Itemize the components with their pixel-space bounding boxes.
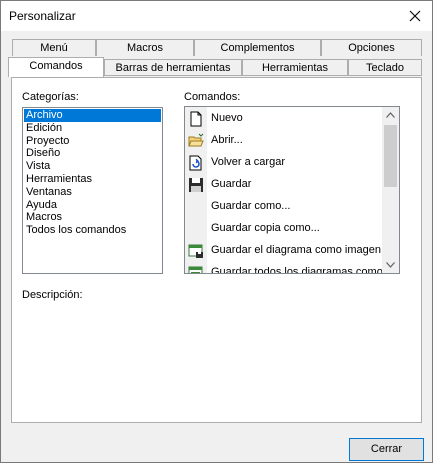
tab-comandos-label: Comandos (29, 60, 83, 72)
reload-icon (189, 155, 202, 171)
category-item[interactable]: Todos los comandos (23, 224, 162, 237)
command-item[interactable]: Guardar (185, 174, 385, 196)
commands-scrollbar[interactable] (382, 107, 399, 273)
tab-macros[interactable]: Macros (96, 39, 194, 56)
tab-teclado-label: Teclado (366, 62, 404, 74)
dialog-title: Personalizar (9, 9, 76, 23)
tab-menu-label: Menú (40, 42, 68, 54)
command-label: Guardar el diagrama como imagen... (211, 244, 391, 256)
command-label: Volver a cargar (211, 156, 285, 168)
categories-label: Categorías: (22, 91, 79, 103)
command-label: Guardar (211, 178, 252, 190)
category-item[interactable]: Macros (23, 211, 162, 224)
tab-herramientas-label: Herramientas (261, 62, 329, 74)
customize-dialog: Personalizar Menú Macros Complementos Op… (0, 0, 433, 463)
command-label: Abrir... (211, 134, 243, 146)
save-diagram-image-icon (188, 244, 203, 258)
command-item[interactable]: Guardar copia como... (185, 218, 385, 240)
category-item[interactable]: Edición (23, 122, 162, 135)
command-item[interactable]: Guardar el diagrama como imagen... (185, 240, 390, 262)
category-item[interactable]: Proyecto (23, 135, 162, 148)
command-label: Nuevo (211, 112, 243, 124)
tab-complementos[interactable]: Complementos (194, 39, 321, 56)
tab-barras-herramientas-label: Barras de herramientas (115, 62, 231, 74)
tab-menu[interactable]: Menú (12, 39, 96, 56)
new-document-icon (190, 111, 202, 127)
save-all-diagrams-icon (188, 266, 203, 273)
open-folder-icon (188, 133, 204, 147)
title-bar: Personalizar (1, 1, 432, 31)
tab-comandos[interactable]: Comandos (8, 57, 104, 77)
tab-macros-label: Macros (126, 42, 164, 54)
category-item[interactable]: Diseño (23, 147, 162, 160)
tab-opciones-label: Opciones (348, 42, 395, 54)
category-item[interactable]: Vista (23, 160, 162, 173)
category-item[interactable]: Herramientas (23, 173, 162, 186)
commands-list[interactable]: Nuevo Abrir... Volver a cargar Guardar G… (184, 106, 400, 274)
tab-herramientas[interactable]: Herramientas (242, 59, 348, 76)
tab-complementos-label: Complementos (220, 42, 295, 54)
save-icon (189, 178, 203, 192)
close-icon (409, 10, 421, 22)
tab-opciones[interactable]: Opciones (321, 39, 422, 56)
commands-label: Comandos: (184, 91, 241, 103)
command-item[interactable]: Volver a cargar (185, 152, 385, 174)
command-item[interactable]: Guardar como... (185, 196, 385, 218)
close-button[interactable]: Cerrar (349, 438, 424, 461)
command-item[interactable]: Nuevo (185, 108, 385, 130)
close-window-button[interactable] (398, 1, 432, 31)
command-item[interactable]: Abrir... (185, 130, 385, 152)
scroll-down-icon[interactable] (386, 262, 395, 268)
command-label: Guardar copia como... (211, 222, 320, 234)
category-item[interactable]: Archivo (24, 109, 161, 122)
scroll-up-icon[interactable] (386, 112, 395, 118)
categories-list[interactable]: Archivo Edición Proyecto Diseño Vista He… (22, 107, 163, 274)
command-item[interactable]: Guardar todos los diagramas como i (185, 262, 389, 274)
description-label: Descripción: (22, 289, 83, 301)
tab-barras-herramientas[interactable]: Barras de herramientas (104, 59, 242, 76)
category-item[interactable]: Ventanas (23, 186, 162, 199)
command-label: Guardar todos los diagramas como i (211, 266, 389, 274)
category-item[interactable]: Ayuda (23, 199, 162, 212)
command-label: Guardar como... (211, 200, 291, 212)
tab-teclado[interactable]: Teclado (348, 59, 422, 76)
scrollbar-thumb[interactable] (384, 125, 397, 187)
